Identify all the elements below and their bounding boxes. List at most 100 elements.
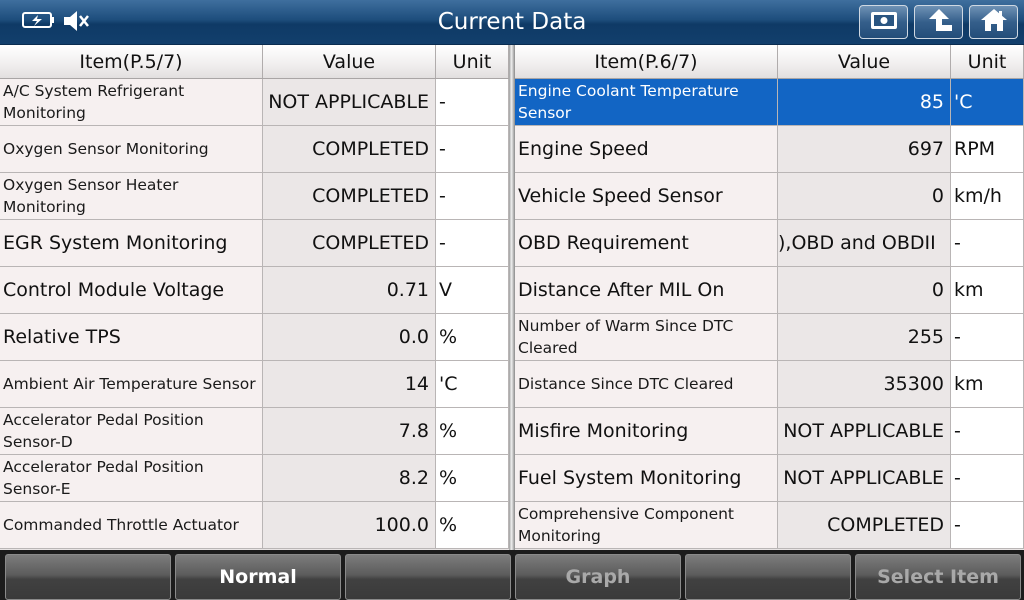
table-header: Item(P.6/7) Value Unit [515, 45, 1024, 79]
item-unit: % [436, 502, 509, 548]
item-name: Distance After MIL On [515, 267, 778, 313]
table-row[interactable]: Oxygen Sensor Heater Monitoring COMPLETE… [0, 173, 509, 220]
table-row[interactable]: Ambient Air Temperature Sensor 14 'C [0, 361, 509, 408]
select-item-button[interactable]: Select Item [855, 554, 1021, 600]
item-name: Misfire Monitoring [515, 408, 778, 454]
item-unit: - [436, 173, 509, 219]
item-name: Accelerator Pedal Position Sensor-D [0, 408, 263, 454]
item-value: 14 [263, 361, 436, 407]
item-value: 255 [778, 314, 951, 360]
item-name: Oxygen Sensor Heater Monitoring [0, 173, 263, 219]
item-name: Engine Coolant Temperature Sensor [515, 79, 778, 125]
item-name: Ambient Air Temperature Sensor [0, 361, 263, 407]
item-value: 0.71 [263, 267, 436, 313]
home-button[interactable] [969, 5, 1018, 39]
print-screen-icon [869, 9, 899, 35]
item-value: ),OBD and OBDII [778, 220, 951, 266]
item-name: Fuel System Monitoring [515, 455, 778, 501]
table-row[interactable]: Vehicle Speed Sensor 0 km/h [515, 173, 1024, 220]
table-row[interactable]: Accelerator Pedal Position Sensor-D 7.8 … [0, 408, 509, 455]
item-value: 697 [778, 126, 951, 172]
item-value: COMPLETED [263, 220, 436, 266]
title-bar: Current Data [0, 0, 1024, 45]
item-unit: - [951, 408, 1024, 454]
normal-button[interactable]: Normal [175, 554, 341, 600]
item-value: 100.0 [263, 502, 436, 548]
item-unit: km [951, 361, 1024, 407]
item-value: 7.8 [263, 408, 436, 454]
item-name: Engine Speed [515, 126, 778, 172]
table-row[interactable]: Relative TPS 0.0 % [0, 314, 509, 361]
item-unit: - [951, 455, 1024, 501]
item-value: 35300 [778, 361, 951, 407]
table-row[interactable]: Oxygen Sensor Monitoring COMPLETED - [0, 126, 509, 173]
item-name: Oxygen Sensor Monitoring [0, 126, 263, 172]
right-data-table: Item(P.6/7) Value Unit Engine Coolant Te… [515, 45, 1024, 549]
table-row[interactable]: Comprehensive Component Monitoring COMPL… [515, 502, 1024, 549]
table-row[interactable]: Accelerator Pedal Position Sensor-E 8.2 … [0, 455, 509, 502]
toolbar-button-3[interactable] [345, 554, 511, 600]
graph-button[interactable]: Graph [515, 554, 681, 600]
back-arrow-icon [924, 7, 954, 37]
column-header-item: Item(P.6/7) [515, 45, 778, 78]
table-row[interactable]: Misfire Monitoring NOT APPLICABLE - [515, 408, 1024, 455]
table-row[interactable]: Commanded Throttle Actuator 100.0 % [0, 502, 509, 549]
battery-icon [22, 9, 56, 35]
item-unit: - [436, 126, 509, 172]
item-value: NOT APPLICABLE [778, 408, 951, 454]
table-header: Item(P.5/7) Value Unit [0, 45, 509, 79]
table-row[interactable]: OBD Requirement ),OBD and OBDII - [515, 220, 1024, 267]
toolbar-button-5[interactable] [685, 554, 851, 600]
item-value: COMPLETED [263, 173, 436, 219]
table-row[interactable]: A/C System Refrigerant Monitoring NOT AP… [0, 79, 509, 126]
item-unit: - [436, 79, 509, 125]
item-value: 0.0 [263, 314, 436, 360]
column-header-value: Value [778, 45, 951, 78]
item-unit: V [436, 267, 509, 313]
column-header-unit: Unit [436, 45, 509, 78]
table-row-selected[interactable]: Engine Coolant Temperature Sensor 85 'C [515, 79, 1024, 126]
bottom-toolbar: Normal Graph Select Item [0, 550, 1024, 600]
table-row[interactable]: Engine Speed 697 RPM [515, 126, 1024, 173]
item-name: A/C System Refrigerant Monitoring [0, 79, 263, 125]
item-value: COMPLETED [778, 502, 951, 548]
item-value: 0 [778, 267, 951, 313]
item-name: Distance Since DTC Cleared [515, 361, 778, 407]
table-row[interactable]: Control Module Voltage 0.71 V [0, 267, 509, 314]
table-row[interactable]: Distance After MIL On 0 km [515, 267, 1024, 314]
item-unit: - [951, 314, 1024, 360]
item-name: Relative TPS [0, 314, 263, 360]
item-value: 8.2 [263, 455, 436, 501]
back-button[interactable] [914, 5, 963, 39]
item-name: Accelerator Pedal Position Sensor-E [0, 455, 263, 501]
item-value: COMPLETED [263, 126, 436, 172]
item-unit: % [436, 408, 509, 454]
column-header-item: Item(P.5/7) [0, 45, 263, 78]
item-unit: km [951, 267, 1024, 313]
item-unit: 'C [951, 79, 1024, 125]
toolbar-button-1[interactable] [5, 554, 171, 600]
item-name: OBD Requirement [515, 220, 778, 266]
item-name: Number of Warm Since DTC Cleared [515, 314, 778, 360]
table-row[interactable]: Number of Warm Since DTC Cleared 255 - [515, 314, 1024, 361]
column-header-value: Value [263, 45, 436, 78]
item-value: NOT APPLICABLE [778, 455, 951, 501]
table-row[interactable]: Fuel System Monitoring NOT APPLICABLE - [515, 455, 1024, 502]
item-unit: - [951, 502, 1024, 548]
item-name: Commanded Throttle Actuator [0, 502, 263, 548]
print-screen-button[interactable] [859, 5, 908, 39]
table-row[interactable]: EGR System Monitoring COMPLETED - [0, 220, 509, 267]
item-unit: - [951, 220, 1024, 266]
item-name: Control Module Voltage [0, 267, 263, 313]
item-name: EGR System Monitoring [0, 220, 263, 266]
item-unit: RPM [951, 126, 1024, 172]
table-row[interactable]: Distance Since DTC Cleared 35300 km [515, 361, 1024, 408]
left-data-table: Item(P.5/7) Value Unit A/C System Refrig… [0, 45, 509, 549]
item-name: Vehicle Speed Sensor [515, 173, 778, 219]
home-icon [979, 7, 1009, 37]
item-value: 0 [778, 173, 951, 219]
item-name: Comprehensive Component Monitoring [515, 502, 778, 548]
column-header-unit: Unit [951, 45, 1024, 78]
item-value: NOT APPLICABLE [263, 79, 436, 125]
item-unit: % [436, 455, 509, 501]
